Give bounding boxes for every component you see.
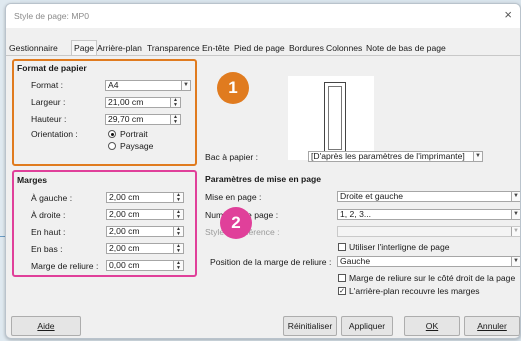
- bac-label: Bac à papier :: [205, 152, 259, 162]
- tab-en-tete[interactable]: En-tête: [202, 41, 230, 55]
- mise-select[interactable]: Droite et gauche ▼: [337, 191, 520, 202]
- close-icon[interactable]: ×: [504, 7, 512, 22]
- numeros-value: 1, 2, 3...: [340, 209, 372, 219]
- largeur-field[interactable]: 21,00 cm ▲ ▼: [105, 97, 181, 108]
- chevron-down-icon[interactable]: ▼: [511, 257, 520, 266]
- title-bar: Style de page: MP0 ×: [6, 4, 520, 28]
- reliure-field[interactable]: 0,00 cm ▲ ▼: [106, 260, 184, 271]
- largeur-value: 21,00 cm: [108, 97, 144, 107]
- aide-button[interactable]: Aide: [11, 316, 81, 336]
- bac-value: [D'après les paramètres de l'imprimante]: [311, 151, 465, 161]
- annuler-button[interactable]: Annuler: [464, 316, 520, 336]
- position-select[interactable]: Gauche ▼: [337, 256, 520, 267]
- orientation-label: Orientation :: [31, 129, 78, 139]
- appliquer-button-label: Appliquer: [348, 321, 386, 331]
- reliure-value: 0,00 cm: [109, 260, 140, 270]
- spinner-icon[interactable]: ▲ ▼: [170, 115, 180, 124]
- largeur-label: Largeur :: [31, 97, 66, 107]
- interligne-checkbox[interactable]: [338, 243, 346, 251]
- spinner-icon[interactable]: ▲ ▼: [173, 261, 183, 270]
- appliquer-button[interactable]: Appliquer: [341, 316, 393, 336]
- reliure-label: Marge de reliure :: [31, 261, 99, 271]
- hauteur-field[interactable]: 29,70 cm ▲ ▼: [105, 114, 181, 125]
- tab-bordures[interactable]: Bordures: [289, 41, 324, 55]
- aide-button-label: Aide: [37, 321, 55, 331]
- position-value: Gauche: [340, 256, 371, 266]
- format-select[interactable]: A4 ▼: [105, 80, 191, 91]
- annuler-button-label: Annuler: [477, 321, 507, 331]
- hauteur-value: 29,70 cm: [108, 114, 144, 124]
- reference-select[interactable]: ▼: [337, 226, 520, 237]
- gauche-label: À gauche :: [31, 193, 73, 203]
- droite-label: À droite :: [31, 210, 66, 220]
- dialog-title: Style de page: MP0: [14, 11, 90, 21]
- ok-button[interactable]: OK: [404, 316, 460, 336]
- highlight-frame-format: [12, 59, 197, 166]
- mise-value: Droite et gauche: [340, 191, 404, 201]
- format-value: A4: [108, 80, 119, 90]
- spinner-icon[interactable]: ▲ ▼: [173, 210, 183, 219]
- spinner-icon[interactable]: ▲ ▼: [173, 244, 183, 253]
- spinner-icon[interactable]: ▲ ▼: [173, 193, 183, 202]
- tab-colonnes[interactable]: Colonnes: [326, 41, 362, 55]
- format-papier-heading: Format de papier: [17, 63, 87, 73]
- bac-select[interactable]: [D'après les paramètres de l'imprimante]…: [308, 151, 483, 162]
- droite-field[interactable]: 2,00 cm ▲ ▼: [106, 209, 184, 220]
- cote-droit-checkbox[interactable]: [338, 274, 346, 282]
- interligne-label[interactable]: Utiliser l'interligne de page: [349, 242, 450, 253]
- haut-label: En haut :: [31, 227, 66, 237]
- gauche-value: 2,00 cm: [109, 192, 140, 202]
- reinitialiser-button-label: Réinitialiser: [287, 321, 333, 331]
- portrait-label[interactable]: Portrait: [120, 129, 148, 140]
- numeros-select[interactable]: 1, 2, 3... ▼: [337, 209, 520, 220]
- arriere-plan-label[interactable]: L'arrière-plan recouvre les marges: [349, 286, 480, 297]
- position-label: Position de la marge de reliure :: [210, 257, 332, 267]
- marges-heading: Marges: [17, 175, 48, 185]
- chevron-down-icon[interactable]: ▼: [511, 227, 520, 236]
- paysage-radio[interactable]: [108, 142, 116, 150]
- reinitialiser-button[interactable]: Réinitialiser: [283, 316, 337, 336]
- tab-page[interactable]: Page: [71, 40, 98, 56]
- mise-label: Mise en page :: [205, 192, 262, 202]
- tab-arriere-plan[interactable]: Arrière-plan: [97, 41, 142, 55]
- bas-field[interactable]: 2,00 cm ▲ ▼: [106, 243, 184, 254]
- chevron-down-icon[interactable]: ▼: [511, 192, 520, 201]
- ok-button-label: OK: [425, 321, 439, 331]
- bas-value: 2,00 cm: [109, 243, 140, 253]
- step-badge-1: 1: [217, 72, 249, 104]
- chevron-down-icon[interactable]: ▼: [473, 152, 482, 161]
- hauteur-label: Hauteur :: [31, 114, 67, 124]
- chevron-down-icon[interactable]: ▼: [511, 210, 520, 219]
- tab-divider: [6, 55, 520, 56]
- format-label: Format :: [31, 80, 63, 90]
- haut-value: 2,00 cm: [109, 226, 140, 236]
- tab-bar: Gestionnaire Page Arrière-plan Transpare…: [6, 40, 520, 56]
- arriere-plan-checkbox[interactable]: ✓: [338, 287, 346, 295]
- tab-note-bas-de-page[interactable]: Note de bas de page: [366, 41, 446, 55]
- page-style-dialog: Style de page: MP0 × Gestionnaire Page A…: [5, 3, 521, 339]
- paysage-label[interactable]: Paysage: [120, 141, 153, 152]
- chevron-down-icon[interactable]: ▼: [181, 81, 190, 90]
- gauche-field[interactable]: 2,00 cm ▲ ▼: [106, 192, 184, 203]
- mise-en-page-heading: Paramètres de mise en page: [205, 174, 322, 184]
- cote-droit-label[interactable]: Marge de reliure sur le côté droit de la…: [349, 273, 515, 284]
- bas-label: En bas :: [31, 244, 63, 254]
- spinner-icon[interactable]: ▲ ▼: [173, 227, 183, 236]
- tab-gestionnaire[interactable]: Gestionnaire: [9, 41, 58, 55]
- page-preview-margins: [328, 86, 342, 150]
- haut-field[interactable]: 2,00 cm ▲ ▼: [106, 226, 184, 237]
- tab-transparence[interactable]: Transparence: [147, 41, 200, 55]
- spinner-icon[interactable]: ▲ ▼: [170, 98, 180, 107]
- tab-pied-de-page[interactable]: Pied de page: [234, 41, 285, 55]
- droite-value: 2,00 cm: [109, 209, 140, 219]
- step-badge-2: 2: [220, 207, 252, 239]
- portrait-radio[interactable]: [108, 130, 116, 138]
